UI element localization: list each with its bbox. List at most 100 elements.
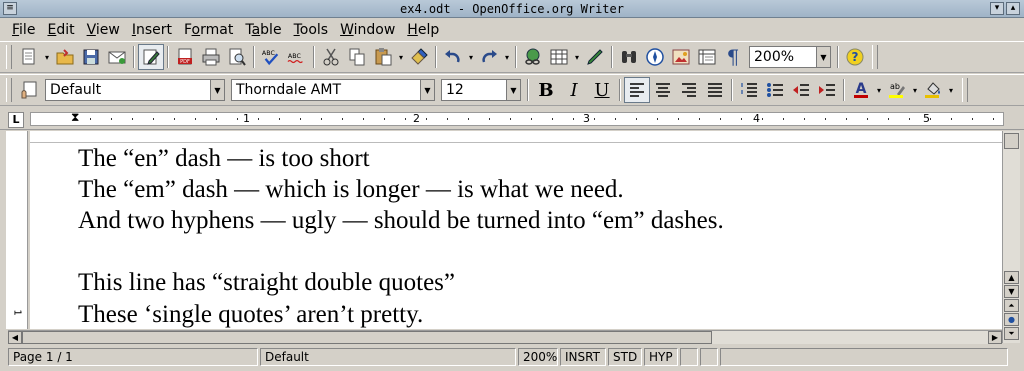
menu-tools[interactable]: Tools [288, 22, 335, 38]
document-line[interactable]: And two hyphens — ugly — should be turne… [78, 207, 724, 235]
undo-dropdown-icon[interactable]: ▾ [466, 44, 476, 70]
ruler-tick [825, 118, 826, 120]
menu-edit[interactable]: Edit [41, 22, 80, 38]
navigator-icon[interactable] [642, 44, 668, 70]
document-area[interactable]: The “en” dash — is too short The “em” da… [30, 131, 1002, 329]
data-sources-icon[interactable] [694, 44, 720, 70]
hyperlink-icon[interactable] [520, 44, 546, 70]
font-name-combo[interactable]: Thorndale AMT ▼ [231, 79, 435, 101]
menu-view[interactable]: View [81, 22, 126, 38]
zoom-combo[interactable]: 200% ▼ [749, 46, 831, 68]
toolbar-grip[interactable] [6, 45, 12, 69]
bold-button[interactable]: B [532, 77, 560, 103]
maximize-icon[interactable]: ▴ [1006, 2, 1020, 15]
table-dropdown-icon[interactable]: ▾ [572, 44, 582, 70]
font-color-icon[interactable]: A [848, 77, 874, 103]
vertical-scrollbar[interactable]: ▲ ▼ ⏶ ● ⏷ [1002, 131, 1020, 343]
scroll-left-icon[interactable]: ◀ [8, 331, 22, 344]
underline-button[interactable]: U [588, 77, 616, 103]
toolbar-grip[interactable] [872, 45, 878, 69]
background-color-icon[interactable] [920, 77, 946, 103]
spellcheck-icon[interactable]: ABC [258, 44, 284, 70]
show-draw-functions-icon[interactable] [582, 44, 608, 70]
email-icon[interactable] [104, 44, 130, 70]
align-left-icon[interactable] [624, 77, 650, 103]
document-line[interactable]: The “en” dash — is too short [78, 145, 370, 173]
open-folder-icon[interactable] [52, 44, 78, 70]
menu-format[interactable]: Format [178, 22, 239, 38]
vertical-ruler[interactable]: 1 [6, 131, 28, 329]
menu-window[interactable]: Window [334, 22, 401, 38]
document-line[interactable]: These ‘single quotes’ aren’t pretty. [78, 301, 423, 329]
next-page-icon[interactable]: ⏷ [1004, 327, 1019, 340]
menu-insert[interactable]: Insert [126, 22, 178, 38]
indent-marker-icon[interactable]: ⧗ [71, 110, 79, 125]
background-color-dropdown-icon[interactable]: ▾ [946, 77, 956, 103]
chevron-down-icon[interactable]: ▼ [506, 80, 520, 100]
chevron-down-icon[interactable]: ▼ [210, 80, 224, 100]
paste-icon[interactable] [370, 44, 396, 70]
minimize-icon[interactable]: ▾ [990, 2, 1004, 15]
align-center-icon[interactable] [650, 77, 676, 103]
toolbar-grip[interactable] [6, 78, 12, 102]
document-line[interactable]: The “em” dash — which is longer — is wha… [78, 176, 624, 204]
increase-indent-icon[interactable] [814, 77, 840, 103]
styles-formatting-icon[interactable] [16, 77, 42, 103]
font-color-dropdown-icon[interactable]: ▾ [874, 77, 884, 103]
scroll-down-icon[interactable]: ▼ [1004, 285, 1019, 298]
gallery-icon[interactable] [668, 44, 694, 70]
document-line[interactable]: This line has “straight double quotes” [78, 269, 455, 297]
menu-help[interactable]: Help [401, 22, 445, 38]
horizontal-ruler[interactable]: L ⧗ 1 2 3 4 5 [0, 108, 1024, 130]
selection-mode-indicator[interactable]: STD [608, 348, 642, 366]
previous-page-icon[interactable]: ⏶ [1004, 299, 1019, 312]
formatting-marks-icon[interactable]: ¶ [720, 44, 746, 70]
navigation-icon[interactable]: ● [1004, 313, 1019, 326]
new-document-icon[interactable] [16, 44, 42, 70]
highlighting-icon[interactable]: ab [884, 77, 910, 103]
help-icon[interactable]: ? [842, 44, 868, 70]
redo-dropdown-icon[interactable]: ▾ [502, 44, 512, 70]
scrollbar-thumb[interactable] [1004, 133, 1019, 149]
scroll-up-icon[interactable]: ▲ [1004, 271, 1019, 284]
menu-table[interactable]: Table [239, 22, 287, 38]
scrollbar-thumb[interactable] [22, 331, 712, 344]
standard-toolbar: ▾ PDF ABC ABC ▾ ▾ ▾ ▾ ¶ 200% ▼ ? [0, 41, 1024, 73]
decrease-indent-icon[interactable] [788, 77, 814, 103]
paragraph-style-combo[interactable]: Default ▼ [45, 79, 225, 101]
cut-icon[interactable] [318, 44, 344, 70]
print-icon[interactable] [198, 44, 224, 70]
copy-icon[interactable] [344, 44, 370, 70]
format-paintbrush-icon[interactable] [406, 44, 432, 70]
print-preview-icon[interactable] [224, 44, 250, 70]
table-icon[interactable] [546, 44, 572, 70]
align-right-icon[interactable] [676, 77, 702, 103]
page-indicator[interactable]: Page 1 / 1 [8, 348, 258, 366]
horizontal-scrollbar[interactable]: ◀ ▶ [8, 330, 1002, 344]
tab-stop-selector[interactable]: L [8, 112, 24, 128]
chevron-down-icon[interactable]: ▼ [420, 80, 434, 100]
paste-dropdown-icon[interactable]: ▾ [396, 44, 406, 70]
toolbar-grip[interactable] [962, 78, 968, 102]
autospellcheck-icon[interactable]: ABC [284, 44, 310, 70]
insert-mode-indicator[interactable]: INSRT [560, 348, 606, 366]
page-style-indicator[interactable]: Default [260, 348, 516, 366]
export-pdf-icon[interactable]: PDF [172, 44, 198, 70]
justify-icon[interactable] [702, 77, 728, 103]
redo-icon[interactable] [476, 44, 502, 70]
italic-button[interactable]: I [560, 77, 588, 103]
menu-file[interactable]: File [6, 22, 41, 38]
highlighting-dropdown-icon[interactable]: ▾ [910, 77, 920, 103]
find-replace-icon[interactable] [616, 44, 642, 70]
numbering-icon[interactable] [736, 77, 762, 103]
bullets-icon[interactable] [762, 77, 788, 103]
scroll-right-icon[interactable]: ▶ [988, 331, 1002, 344]
font-size-combo[interactable]: 12 ▼ [441, 79, 521, 101]
zoom-indicator[interactable]: 200% [518, 348, 558, 366]
undo-icon[interactable] [440, 44, 466, 70]
new-dropdown-icon[interactable]: ▾ [42, 44, 52, 70]
edit-file-icon[interactable] [138, 44, 164, 70]
hyperlink-mode-indicator[interactable]: HYP [644, 348, 678, 366]
chevron-down-icon[interactable]: ▼ [816, 47, 830, 67]
save-icon[interactable] [78, 44, 104, 70]
